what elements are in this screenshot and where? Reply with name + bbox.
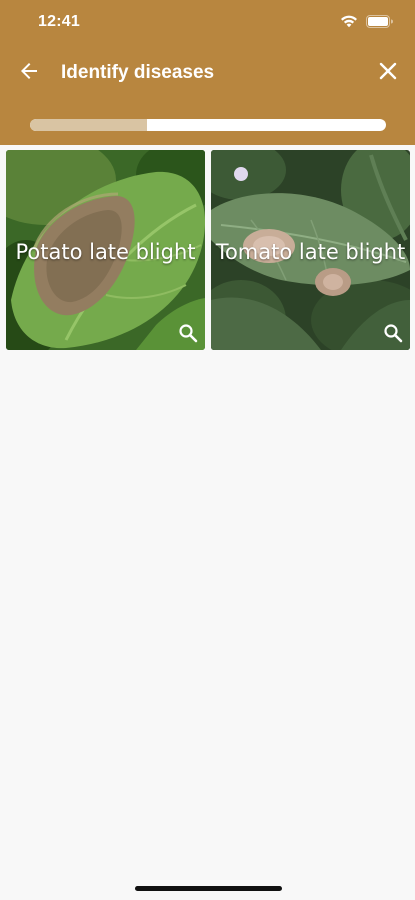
result-label: Potato late blight — [15, 240, 196, 264]
toolbar: Identify diseases — [0, 52, 415, 94]
close-button[interactable] — [373, 58, 403, 88]
result-label: Tomato late blight — [215, 240, 406, 264]
status-time: 12:41 — [38, 13, 80, 30]
status-bar: 12:41 — [0, 0, 415, 46]
result-card-tomato-late-blight[interactable]: Tomato late blight — [211, 150, 410, 350]
page-title: Identify diseases — [61, 62, 215, 83]
battery-icon — [366, 14, 393, 28]
header: 12:41 Identify diseases — [0, 0, 415, 145]
home-indicator[interactable] — [135, 886, 282, 891]
wifi-icon — [340, 14, 358, 28]
magnify-icon[interactable] — [178, 323, 198, 343]
close-icon — [379, 62, 397, 85]
magnify-icon[interactable] — [383, 323, 403, 343]
progress-bar — [30, 119, 386, 131]
back-button[interactable] — [14, 58, 44, 88]
status-icons — [340, 14, 393, 28]
app-screen: 12:41 Identify diseases Potato late blig… — [0, 0, 415, 900]
results-grid: Potato late blight Tomato late blight — [6, 150, 410, 350]
progress-fill — [30, 119, 148, 131]
result-card-potato-late-blight[interactable]: Potato late blight — [6, 150, 205, 350]
arrow-left-icon — [19, 61, 39, 86]
